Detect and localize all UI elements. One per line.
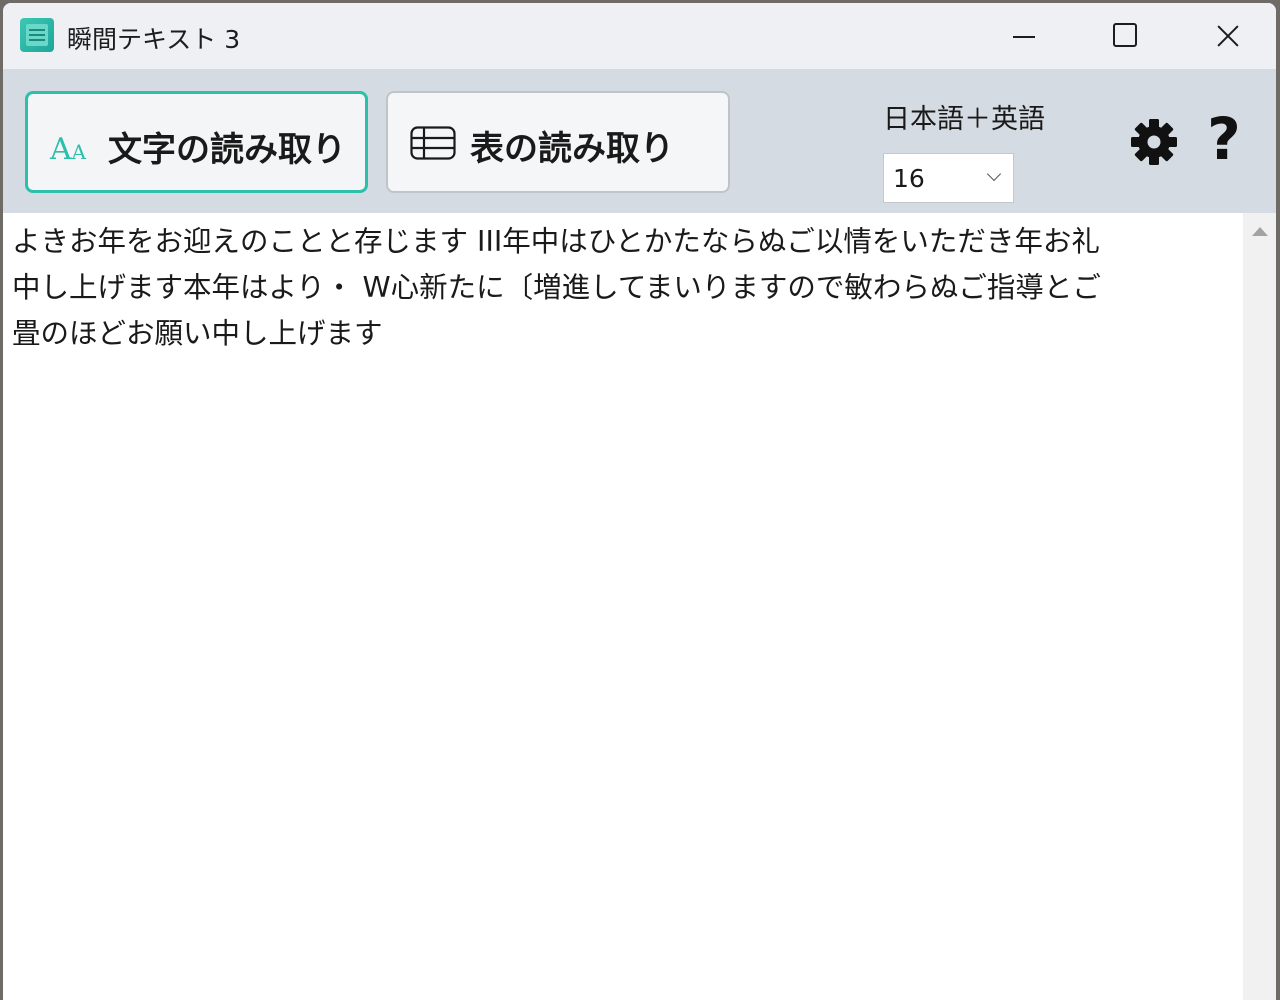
text-read-button[interactable]: AA 文字の読み取り bbox=[25, 91, 368, 193]
minimize-icon bbox=[1013, 36, 1035, 38]
minimize-button[interactable] bbox=[973, 3, 1073, 69]
window-title: 瞬間テキスト 3 bbox=[67, 25, 241, 54]
vertical-scrollbar[interactable] bbox=[1243, 213, 1276, 1000]
text-line: 中し上げます本年はより・ W心新たに〔増進してまいりますので敏わらぬご指導とご bbox=[12, 271, 1101, 304]
table-read-label: 表の読み取り bbox=[470, 129, 674, 169]
language-label: 日本語＋英語 bbox=[883, 104, 1045, 135]
font-size-value: 16 bbox=[893, 164, 925, 193]
table-icon bbox=[410, 126, 456, 160]
title-bar[interactable]: 瞬間テキスト 3 bbox=[3, 3, 1276, 69]
help-button[interactable]: ? bbox=[1199, 103, 1249, 175]
text-read-label: 文字の読み取り bbox=[108, 130, 346, 170]
result-text-area[interactable]: よきお年をお迎えのことと存じます III年中はひとかたならぬご以情をいただき年お… bbox=[3, 213, 1276, 1000]
table-read-button[interactable]: 表の読み取り bbox=[386, 91, 730, 193]
close-button[interactable] bbox=[1177, 3, 1276, 69]
text-line: よきお年をお迎えのことと存じます III年中はひとかたならぬご以情をいただき年お… bbox=[12, 225, 1100, 258]
chevron-down-icon bbox=[986, 166, 1002, 182]
app-window: 瞬間テキスト 3 AA 文字の読み取り 表の読み取り 日本語＋英語 16 ? よ… bbox=[3, 3, 1276, 1000]
maximize-icon bbox=[1113, 23, 1137, 47]
app-logo-icon bbox=[20, 18, 54, 52]
maximize-button[interactable] bbox=[1075, 3, 1175, 69]
text-line: 畳のほどお願い中し上げます bbox=[12, 317, 383, 350]
recognized-text[interactable]: よきお年をお迎えのことと存じます III年中はひとかたならぬご以情をいただき年お… bbox=[12, 219, 1237, 357]
gear-icon[interactable] bbox=[1127, 115, 1181, 169]
font-size-select[interactable]: 16 bbox=[883, 153, 1014, 203]
font-aa-icon: AA bbox=[50, 132, 87, 167]
scroll-up-arrow-icon[interactable] bbox=[1252, 227, 1268, 236]
toolbar: AA 文字の読み取り 表の読み取り 日本語＋英語 16 ? bbox=[3, 69, 1276, 213]
